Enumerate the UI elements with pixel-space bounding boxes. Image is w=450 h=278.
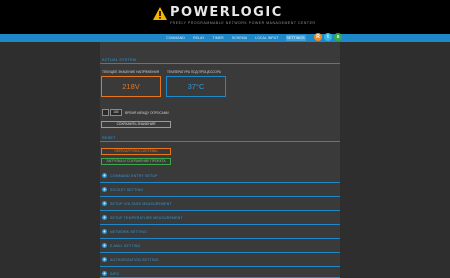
plus-circle-icon: + bbox=[102, 215, 107, 220]
voltage-label: ТЕКУЩЕЕ ЗНАЧЕНИЕ НАПРЯЖЕНИЯ bbox=[102, 70, 160, 74]
nav-item-local-input[interactable]: LOCAL INPUT bbox=[254, 35, 279, 41]
accordion-label: SETUP TEMPERATURE MEASUREMENT bbox=[110, 215, 183, 220]
section-title-reset: RESET bbox=[102, 136, 116, 140]
accordion-email-setting[interactable]: + E-MAIL SETTING bbox=[100, 239, 340, 253]
nav-item-relay[interactable]: RELAY bbox=[192, 35, 206, 41]
top-navbar: COMMAND RELAY TIMER SCHEMA LOCAL INPUT S… bbox=[0, 34, 450, 42]
plus-circle-icon: + bbox=[102, 257, 107, 262]
accordion-socket-setting[interactable]: + SOCKET SETTING bbox=[100, 183, 340, 197]
section-divider bbox=[100, 141, 340, 142]
section-divider bbox=[100, 63, 340, 64]
plus-circle-icon: + bbox=[102, 201, 107, 206]
nav-item-schema[interactable]: SCHEMA bbox=[231, 35, 248, 41]
accordion-label: COMMAND ENTRY SETUP bbox=[110, 173, 158, 178]
plus-circle-icon: + bbox=[102, 243, 107, 248]
plus-circle-icon: + bbox=[102, 229, 107, 234]
logo-subtitle: FREELY PROGRAMMABLE NETWORK POWER MANAGE… bbox=[170, 21, 316, 25]
temperature-label: ТЕМПЕРАТУРА ПОД ПРОЦЕССОРА bbox=[167, 70, 221, 74]
plus-circle-icon: + bbox=[102, 187, 107, 192]
accordion-temperature-measurement[interactable]: + SETUP TEMPERATURE MEASUREMENT bbox=[100, 211, 340, 225]
polling-checkbox[interactable] bbox=[102, 109, 109, 116]
section-title-actual-system: ACTUAL SYSTEM bbox=[102, 58, 137, 62]
accordion-info[interactable]: + INFO bbox=[100, 267, 340, 278]
accordion-label: AUTHORIZATION SETTING bbox=[110, 257, 159, 262]
twitter-icon[interactable]: t bbox=[324, 33, 332, 41]
plus-circle-icon: + bbox=[102, 173, 107, 178]
polling-interval-input[interactable]: 180 bbox=[110, 109, 122, 116]
polling-interval-label: ВРЕМЯ МЕЖДУ ОПРОСАМИ bbox=[125, 110, 169, 115]
accordion-label: SOCKET SETTING bbox=[110, 187, 144, 192]
logo-text: POWERLOGIC bbox=[170, 5, 283, 20]
accordion-label: NETWORK SETTING bbox=[110, 229, 148, 234]
reboot-system-button[interactable]: ПЕРЕЗАГРУЗКА СИСТЕМЫ bbox=[101, 148, 171, 155]
accordion-label: INFO bbox=[110, 271, 120, 276]
accordion-command-entry-setup[interactable]: + COMMAND ENTRY SETUP bbox=[100, 169, 340, 183]
accordion-network-setting[interactable]: + NETWORK SETTING bbox=[100, 225, 340, 239]
accordion-voltage-measurement[interactable]: + SETUP VOLTAGE MEASUREMENT bbox=[100, 197, 340, 211]
warning-triangle-icon bbox=[153, 7, 167, 20]
accordion-label: SETUP VOLTAGE MEASUREMENT bbox=[110, 201, 172, 206]
nav-item-command[interactable]: COMMAND bbox=[165, 35, 186, 41]
nav-item-settings[interactable]: SETTINGS bbox=[285, 35, 306, 41]
header: POWERLOGIC FREELY PROGRAMMABLE NETWORK P… bbox=[0, 0, 450, 34]
settings-panel: ACTUAL SYSTEM ТЕКУЩЕЕ ЗНАЧЕНИЕ НАПРЯЖЕНИ… bbox=[100, 42, 340, 278]
accordion-authorization-setting[interactable]: + AUTHORIZATION SETTING bbox=[100, 253, 340, 267]
load-save-project-button[interactable]: ЗАГРУЗКА И СОХРАНЕНИЕ ПРОЕКТА bbox=[101, 158, 171, 165]
nav-item-timer[interactable]: TIMER bbox=[212, 35, 225, 41]
plus-circle-icon: + bbox=[102, 271, 107, 276]
nav-menu: COMMAND RELAY TIMER SCHEMA LOCAL INPUT S… bbox=[165, 34, 306, 42]
rss-icon[interactable]: R bbox=[314, 33, 322, 41]
save-values-button[interactable]: СОХРАНИТЬ ЗНАЧЕНИЯ bbox=[101, 121, 171, 128]
share-icon[interactable]: s bbox=[334, 33, 342, 41]
accordion-label: E-MAIL SETTING bbox=[110, 243, 141, 248]
voltage-display: 218V bbox=[101, 76, 161, 97]
temperature-display: 37°C bbox=[166, 76, 226, 97]
